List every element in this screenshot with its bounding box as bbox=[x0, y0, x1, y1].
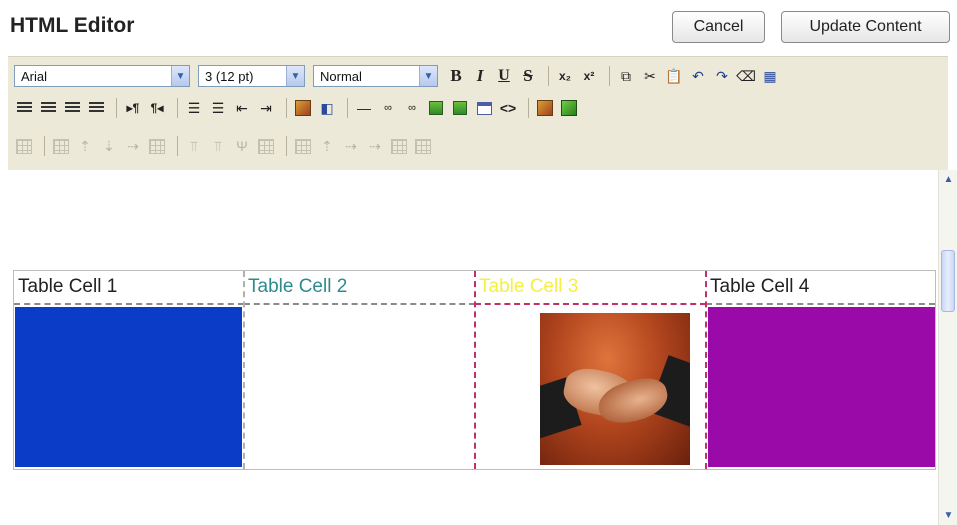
ltr-icon[interactable]: ▸¶ bbox=[123, 97, 143, 119]
table-cell-blue[interactable] bbox=[15, 307, 242, 467]
unordered-list-icon[interactable]: ☰ bbox=[208, 97, 228, 119]
redo-icon[interactable]: ↷ bbox=[712, 65, 732, 87]
font-size-value: 3 (12 pt) bbox=[205, 68, 254, 84]
table-cell-4-text[interactable]: Table Cell 4 bbox=[706, 271, 935, 305]
toolbar-separator bbox=[177, 136, 178, 156]
align-center-icon[interactable] bbox=[38, 97, 58, 119]
indent-icon[interactable]: ⇥ bbox=[256, 97, 276, 119]
toolbar-separator bbox=[609, 66, 610, 86]
toolbar-separator bbox=[116, 98, 117, 118]
source-code-icon[interactable]: <> bbox=[498, 97, 518, 119]
underline-button[interactable]: U bbox=[494, 65, 514, 87]
background-color-icon[interactable]: ◧ bbox=[317, 97, 337, 119]
table-cell-1-text[interactable]: Table Cell 1 bbox=[14, 271, 244, 305]
font-family-select[interactable]: Arial ▼ bbox=[14, 65, 190, 87]
justify-icon[interactable] bbox=[86, 97, 106, 119]
horizontal-rule-icon[interactable]: — bbox=[354, 97, 374, 119]
header-bar: HTML Editor Cancel Update Content bbox=[0, 0, 957, 56]
toolbar-separator bbox=[286, 136, 287, 156]
editor-content-area[interactable]: Table Cell 1 Table Cell 2 Table Cell 3 T… bbox=[8, 170, 938, 525]
external-media-icon[interactable] bbox=[559, 97, 579, 119]
format-block-value: Normal bbox=[320, 68, 362, 84]
chevron-down-icon: ▼ bbox=[419, 66, 437, 86]
column-properties-icon[interactable] bbox=[256, 135, 276, 157]
cell-divider bbox=[474, 271, 476, 469]
content-table[interactable]: Table Cell 1 Table Cell 2 Table Cell 3 T… bbox=[13, 270, 936, 470]
toolbar-separator bbox=[286, 98, 287, 118]
cell-divider bbox=[705, 271, 707, 469]
bold-button[interactable]: B bbox=[446, 65, 466, 87]
outdent-icon[interactable]: ⇤ bbox=[232, 97, 252, 119]
split-cell-icon[interactable]: ⇢ bbox=[341, 135, 361, 157]
italic-button[interactable]: I bbox=[470, 65, 490, 87]
chevron-down-icon: ▼ bbox=[286, 66, 304, 86]
subscript-icon[interactable]: x₂ bbox=[555, 65, 575, 87]
merge-rows-icon[interactable] bbox=[147, 135, 167, 157]
font-family-value: Arial bbox=[21, 68, 48, 84]
external-link-icon[interactable]: ∞ bbox=[402, 97, 422, 119]
toolbar-row-3: ⇡ ⇣ ⇢ ⫪ ⫪ Ψ ⇡ ⇢ ⇢ bbox=[14, 131, 437, 161]
scroll-down-icon[interactable]: ▼ bbox=[941, 508, 956, 523]
page-title: HTML Editor bbox=[10, 14, 135, 37]
insert-table-icon[interactable] bbox=[474, 97, 494, 119]
table-cell-purple[interactable] bbox=[708, 307, 935, 467]
paste-icon[interactable]: 📋 bbox=[664, 65, 684, 87]
insert-column-after-icon[interactable]: ⫪ bbox=[208, 135, 228, 157]
editor-toolbar: Arial ▼ 3 (12 pt) ▼ Normal ▼ B I U S x₂ … bbox=[8, 56, 948, 171]
align-right-icon[interactable] bbox=[62, 97, 82, 119]
toolbar-separator bbox=[177, 98, 178, 118]
table-grid-icon[interactable] bbox=[413, 135, 433, 157]
internal-media-icon[interactable] bbox=[535, 97, 555, 119]
cut-icon[interactable]: ✂ bbox=[640, 65, 660, 87]
internal-image-icon[interactable] bbox=[426, 97, 446, 119]
delete-column-icon[interactable]: Ψ bbox=[232, 135, 252, 157]
toolbar-row-1: Arial ▼ 3 (12 pt) ▼ Normal ▼ B I U S x₂ … bbox=[14, 61, 784, 91]
word-paste-icon[interactable]: ▦ bbox=[760, 65, 780, 87]
table-cell-3-text[interactable]: Table Cell 3 bbox=[475, 271, 706, 305]
toolbar-separator bbox=[528, 98, 529, 118]
cancel-button[interactable]: Cancel bbox=[672, 11, 765, 43]
text-color-icon[interactable] bbox=[293, 97, 313, 119]
align-left-icon[interactable] bbox=[14, 97, 34, 119]
row-properties-icon[interactable] bbox=[51, 135, 71, 157]
update-content-button[interactable]: Update Content bbox=[781, 11, 950, 43]
vertical-scrollbar[interactable]: ▲ ▼ bbox=[938, 170, 957, 525]
merge-cells-icon[interactable] bbox=[389, 135, 409, 157]
eraser-icon[interactable]: ⌫ bbox=[736, 65, 756, 87]
copy-icon[interactable]: ⧉ bbox=[616, 65, 636, 87]
internal-link-icon[interactable]: ∞ bbox=[378, 97, 398, 119]
insert-cell-icon[interactable]: ⇡ bbox=[317, 135, 337, 157]
insert-row-before-icon[interactable]: ⇡ bbox=[75, 135, 95, 157]
insert-row-after-icon[interactable]: ⇣ bbox=[99, 135, 119, 157]
undo-icon[interactable]: ↶ bbox=[688, 65, 708, 87]
external-image-icon[interactable] bbox=[450, 97, 470, 119]
cell-properties-icon[interactable] bbox=[293, 135, 313, 157]
toolbar-row-2: ▸¶ ¶◂ ☰ ☰ ⇤ ⇥ ◧ — ∞ ∞ <> bbox=[14, 93, 583, 123]
scroll-thumb[interactable] bbox=[941, 250, 955, 312]
ordered-list-icon[interactable]: ☰ bbox=[184, 97, 204, 119]
font-size-select[interactable]: 3 (12 pt) ▼ bbox=[198, 65, 305, 87]
format-block-select[interactable]: Normal ▼ bbox=[313, 65, 438, 87]
toolbar-separator bbox=[44, 136, 45, 156]
table-properties-icon[interactable] bbox=[14, 135, 34, 157]
delete-row-icon[interactable]: ⇢ bbox=[123, 135, 143, 157]
handshake-image[interactable] bbox=[540, 313, 690, 465]
insert-column-before-icon[interactable]: ⫪ bbox=[184, 135, 204, 157]
scroll-up-icon[interactable]: ▲ bbox=[941, 172, 956, 187]
chevron-down-icon: ▼ bbox=[171, 66, 189, 86]
strikethrough-button[interactable]: S bbox=[518, 65, 538, 87]
cell-divider bbox=[243, 271, 245, 469]
superscript-icon[interactable]: x² bbox=[579, 65, 599, 87]
rtl-icon[interactable]: ¶◂ bbox=[147, 97, 167, 119]
delete-cell-icon[interactable]: ⇢ bbox=[365, 135, 385, 157]
table-cell-2-text[interactable]: Table Cell 2 bbox=[244, 271, 475, 305]
toolbar-separator bbox=[548, 66, 549, 86]
toolbar-separator bbox=[347, 98, 348, 118]
